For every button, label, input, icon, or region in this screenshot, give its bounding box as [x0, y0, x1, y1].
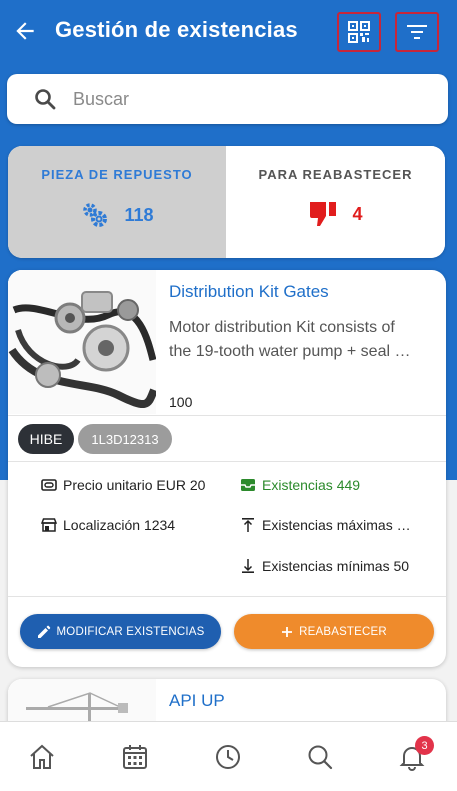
stock-level-text: Existencias 449 [262, 477, 361, 493]
restock-tab[interactable]: PARA REABASTECER 4 [226, 146, 445, 258]
max-stock-text: Existencias máximas … [262, 517, 411, 533]
spare-parts-label: PIEZA DE REPUESTO [41, 167, 193, 182]
filter-icon [407, 25, 427, 39]
pencil-icon [37, 625, 50, 638]
back-button[interactable] [12, 18, 38, 44]
clock-icon [216, 745, 240, 769]
restock-count: 4 [352, 203, 363, 224]
calendar-icon [123, 745, 147, 769]
restock-label: PARA REABASTECER [258, 167, 413, 182]
inbox-icon [240, 477, 256, 493]
divider [8, 461, 446, 462]
stock-summary: PIEZA DE REPUESTO 118 PARA REABASTECER 4 [8, 146, 445, 258]
product-name[interactable]: API UP [169, 691, 225, 711]
arrow-up-bar-icon [240, 517, 256, 533]
min-stock: Existencias mínimas 50 [240, 558, 409, 574]
nav-calendar[interactable] [120, 742, 150, 772]
min-stock-text: Existencias mínimas 50 [262, 558, 410, 574]
thumbs-down-icon [310, 202, 337, 226]
stock-level: Existencias 449 [240, 477, 360, 493]
qr-scan-button[interactable] [337, 12, 381, 52]
divider [8, 596, 446, 597]
product-description-line: the 19-tooth water pump + seal … [169, 343, 411, 360]
location-text: Localización 1234 [63, 517, 176, 533]
product-card[interactable]: Distribution Kit Gates Motor distributio… [8, 270, 446, 667]
restock-button-label: REABASTECER [299, 625, 387, 638]
search-icon [308, 745, 333, 770]
filter-button[interactable] [395, 12, 439, 52]
unit-price: Precio unitario EUR 20 [41, 477, 205, 493]
divider [8, 415, 446, 416]
max-stock: Existencias máximas … [240, 517, 411, 533]
nav-search[interactable] [305, 742, 335, 772]
product-description-line: Motor distribution Kit consists of [169, 319, 395, 336]
brand-chip: HIBE [18, 424, 74, 454]
search-input[interactable] [73, 82, 433, 116]
spare-parts-count: 118 [124, 204, 154, 225]
location: Localización 1234 [41, 517, 175, 533]
unit-price-text: Precio unitario EUR 20 [63, 477, 206, 493]
product-description: Motor distribution Kit consists of the 1… [169, 316, 435, 364]
product-name[interactable]: Distribution Kit Gates [169, 282, 329, 302]
search-icon [33, 87, 57, 116]
gears-icon [83, 203, 108, 227]
arrow-down-bar-icon [240, 558, 256, 574]
product-image [8, 270, 158, 414]
modify-stock-label: MODIFICAR EXISTENCIAS [56, 625, 205, 638]
home-icon [30, 744, 54, 769]
reference-chip: 1L3D12313 [78, 424, 172, 454]
app-header: Gestión de existencias [0, 0, 457, 62]
plus-icon [282, 626, 293, 637]
spare-parts-tab[interactable]: PIEZA DE REPUESTO 118 [8, 146, 226, 258]
modify-stock-button[interactable]: MODIFICAR EXISTENCIAS [20, 614, 221, 649]
product-quantity: 100 [169, 394, 193, 410]
qr-code-icon [348, 21, 370, 43]
nav-home[interactable] [27, 742, 57, 772]
money-icon [41, 477, 57, 493]
page-title: Gestión de existencias [55, 17, 298, 42]
bottom-navigation: 3 [0, 721, 457, 791]
nav-history[interactable] [213, 742, 243, 772]
restock-button[interactable]: REABASTECER [234, 614, 434, 649]
nav-notifications[interactable]: 3 [397, 736, 434, 772]
arrow-left-icon [16, 22, 34, 40]
store-icon [41, 517, 57, 533]
search-bar [7, 74, 448, 124]
notification-badge: 3 [415, 736, 434, 755]
